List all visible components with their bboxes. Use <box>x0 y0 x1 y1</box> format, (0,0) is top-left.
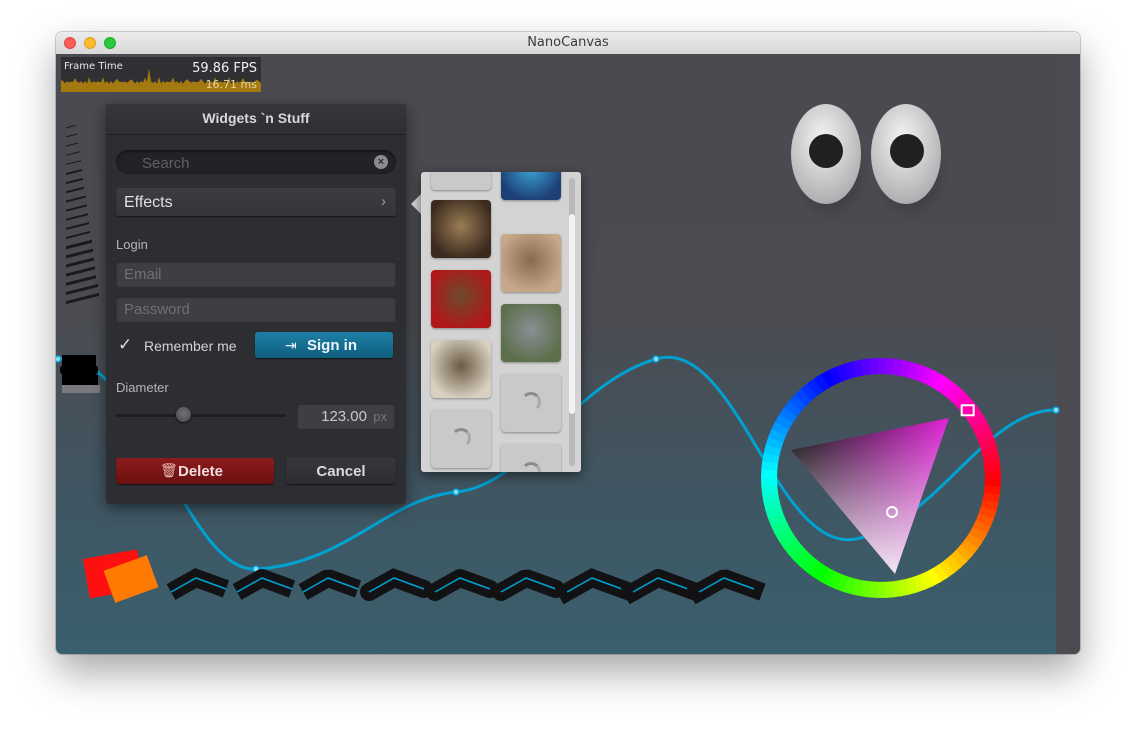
line-join-shape <box>686 569 766 605</box>
loading-spinner-icon <box>521 392 541 412</box>
diameter-label: Diameter <box>116 380 169 395</box>
thumbnails-popup[interactable] <box>421 172 581 472</box>
black-block <box>62 355 96 365</box>
perf-graph: Frame Time 59.86 FPS 16.71 ms <box>61 57 261 92</box>
fps-value: 59.86 FPS <box>192 61 257 76</box>
thumb-jellyfish[interactable] <box>501 172 561 200</box>
login-icon: ⇥ <box>285 337 297 353</box>
cancel-label: Cancel <box>316 463 366 480</box>
password-field[interactable] <box>116 296 396 322</box>
line-join-shape <box>360 568 433 601</box>
frame-time-value: 16.71 ms <box>205 78 257 91</box>
trash-icon: 🗑 <box>160 462 178 478</box>
hue-segment <box>984 469 1001 480</box>
black-block <box>62 375 98 385</box>
sign-in-label: Sign in <box>307 337 357 354</box>
app-window: NanoCanvas Frame Time 59.86 FPS 16.71 ms… <box>56 32 1080 654</box>
thumbnails-scrollbar[interactable] <box>569 178 575 466</box>
line-join-shape <box>426 569 499 601</box>
diameter-slider-track[interactable] <box>116 414 286 417</box>
diameter-slider-knob[interactable] <box>176 407 191 422</box>
close-circle-icon[interactable]: × <box>374 155 388 169</box>
search-input[interactable] <box>140 150 364 176</box>
search-box[interactable]: × <box>116 150 396 176</box>
thumb-bunny[interactable] <box>501 234 561 292</box>
remember-me-checkbox[interactable]: ✓ <box>118 336 136 354</box>
graph-point <box>1052 406 1060 414</box>
thumb-shrew[interactable] <box>431 200 491 258</box>
nanovg-canvas[interactable]: Frame Time 59.86 FPS 16.71 ms Widgets `n… <box>56 54 1080 654</box>
loading-spinner-icon <box>521 462 541 472</box>
black-block <box>60 365 98 375</box>
dropdown-label: Effects <box>124 194 173 211</box>
right-pupil <box>890 134 924 168</box>
login-section-label: Login <box>116 237 148 252</box>
effects-dropdown[interactable]: Effects › <box>116 188 396 216</box>
line-join-shape <box>298 569 362 600</box>
popup-arrow <box>411 194 421 214</box>
line-join-shape <box>232 569 296 600</box>
chevron-right-icon: › <box>381 193 386 210</box>
diameter-number-field[interactable]: 123.00 px <box>297 403 395 429</box>
window-title: NanoCanvas <box>527 35 609 50</box>
line-join-shape <box>166 568 230 600</box>
left-pupil <box>809 134 843 168</box>
graph-point <box>652 355 660 363</box>
thumb-baby-animal[interactable] <box>501 304 561 362</box>
line-join-shape <box>492 569 565 601</box>
scrollbar-thumb[interactable] <box>569 214 575 414</box>
panel-title[interactable]: Widgets `n Stuff <box>106 104 406 135</box>
title-bar[interactable]: NanoCanvas <box>56 32 1080 55</box>
remember-me-label[interactable]: Remember me <box>144 338 237 354</box>
thumb-loading[interactable] <box>431 410 491 468</box>
line-join-shape <box>620 569 700 605</box>
diameter-value: 123.00 <box>321 408 367 425</box>
thumb-loading[interactable] <box>501 444 561 472</box>
diameter-unit: px <box>373 409 387 424</box>
delete-label: Delete <box>178 463 224 480</box>
widgets-panel[interactable]: Widgets `n Stuff × Effects › Login ✓ Rem… <box>106 104 406 504</box>
thumb-turtle[interactable] <box>431 340 491 398</box>
perf-graph-label: Frame Time <box>64 61 123 72</box>
thumb-loading-bar[interactable] <box>431 172 491 190</box>
email-field[interactable] <box>116 261 396 287</box>
graph-point <box>56 355 62 363</box>
color-wheel <box>761 358 1001 598</box>
line-join-shape <box>554 568 634 605</box>
graph-point <box>452 488 460 496</box>
thumb-loading[interactable] <box>501 374 561 432</box>
loading-spinner-icon <box>451 428 471 448</box>
sign-in-button[interactable]: ⇥ Sign in <box>255 332 393 358</box>
line-joins <box>166 568 766 605</box>
cancel-button[interactable]: Cancel <box>286 458 396 484</box>
delete-button[interactable]: 🗑 Delete <box>116 458 274 484</box>
thumb-cat-hat[interactable] <box>431 270 491 328</box>
